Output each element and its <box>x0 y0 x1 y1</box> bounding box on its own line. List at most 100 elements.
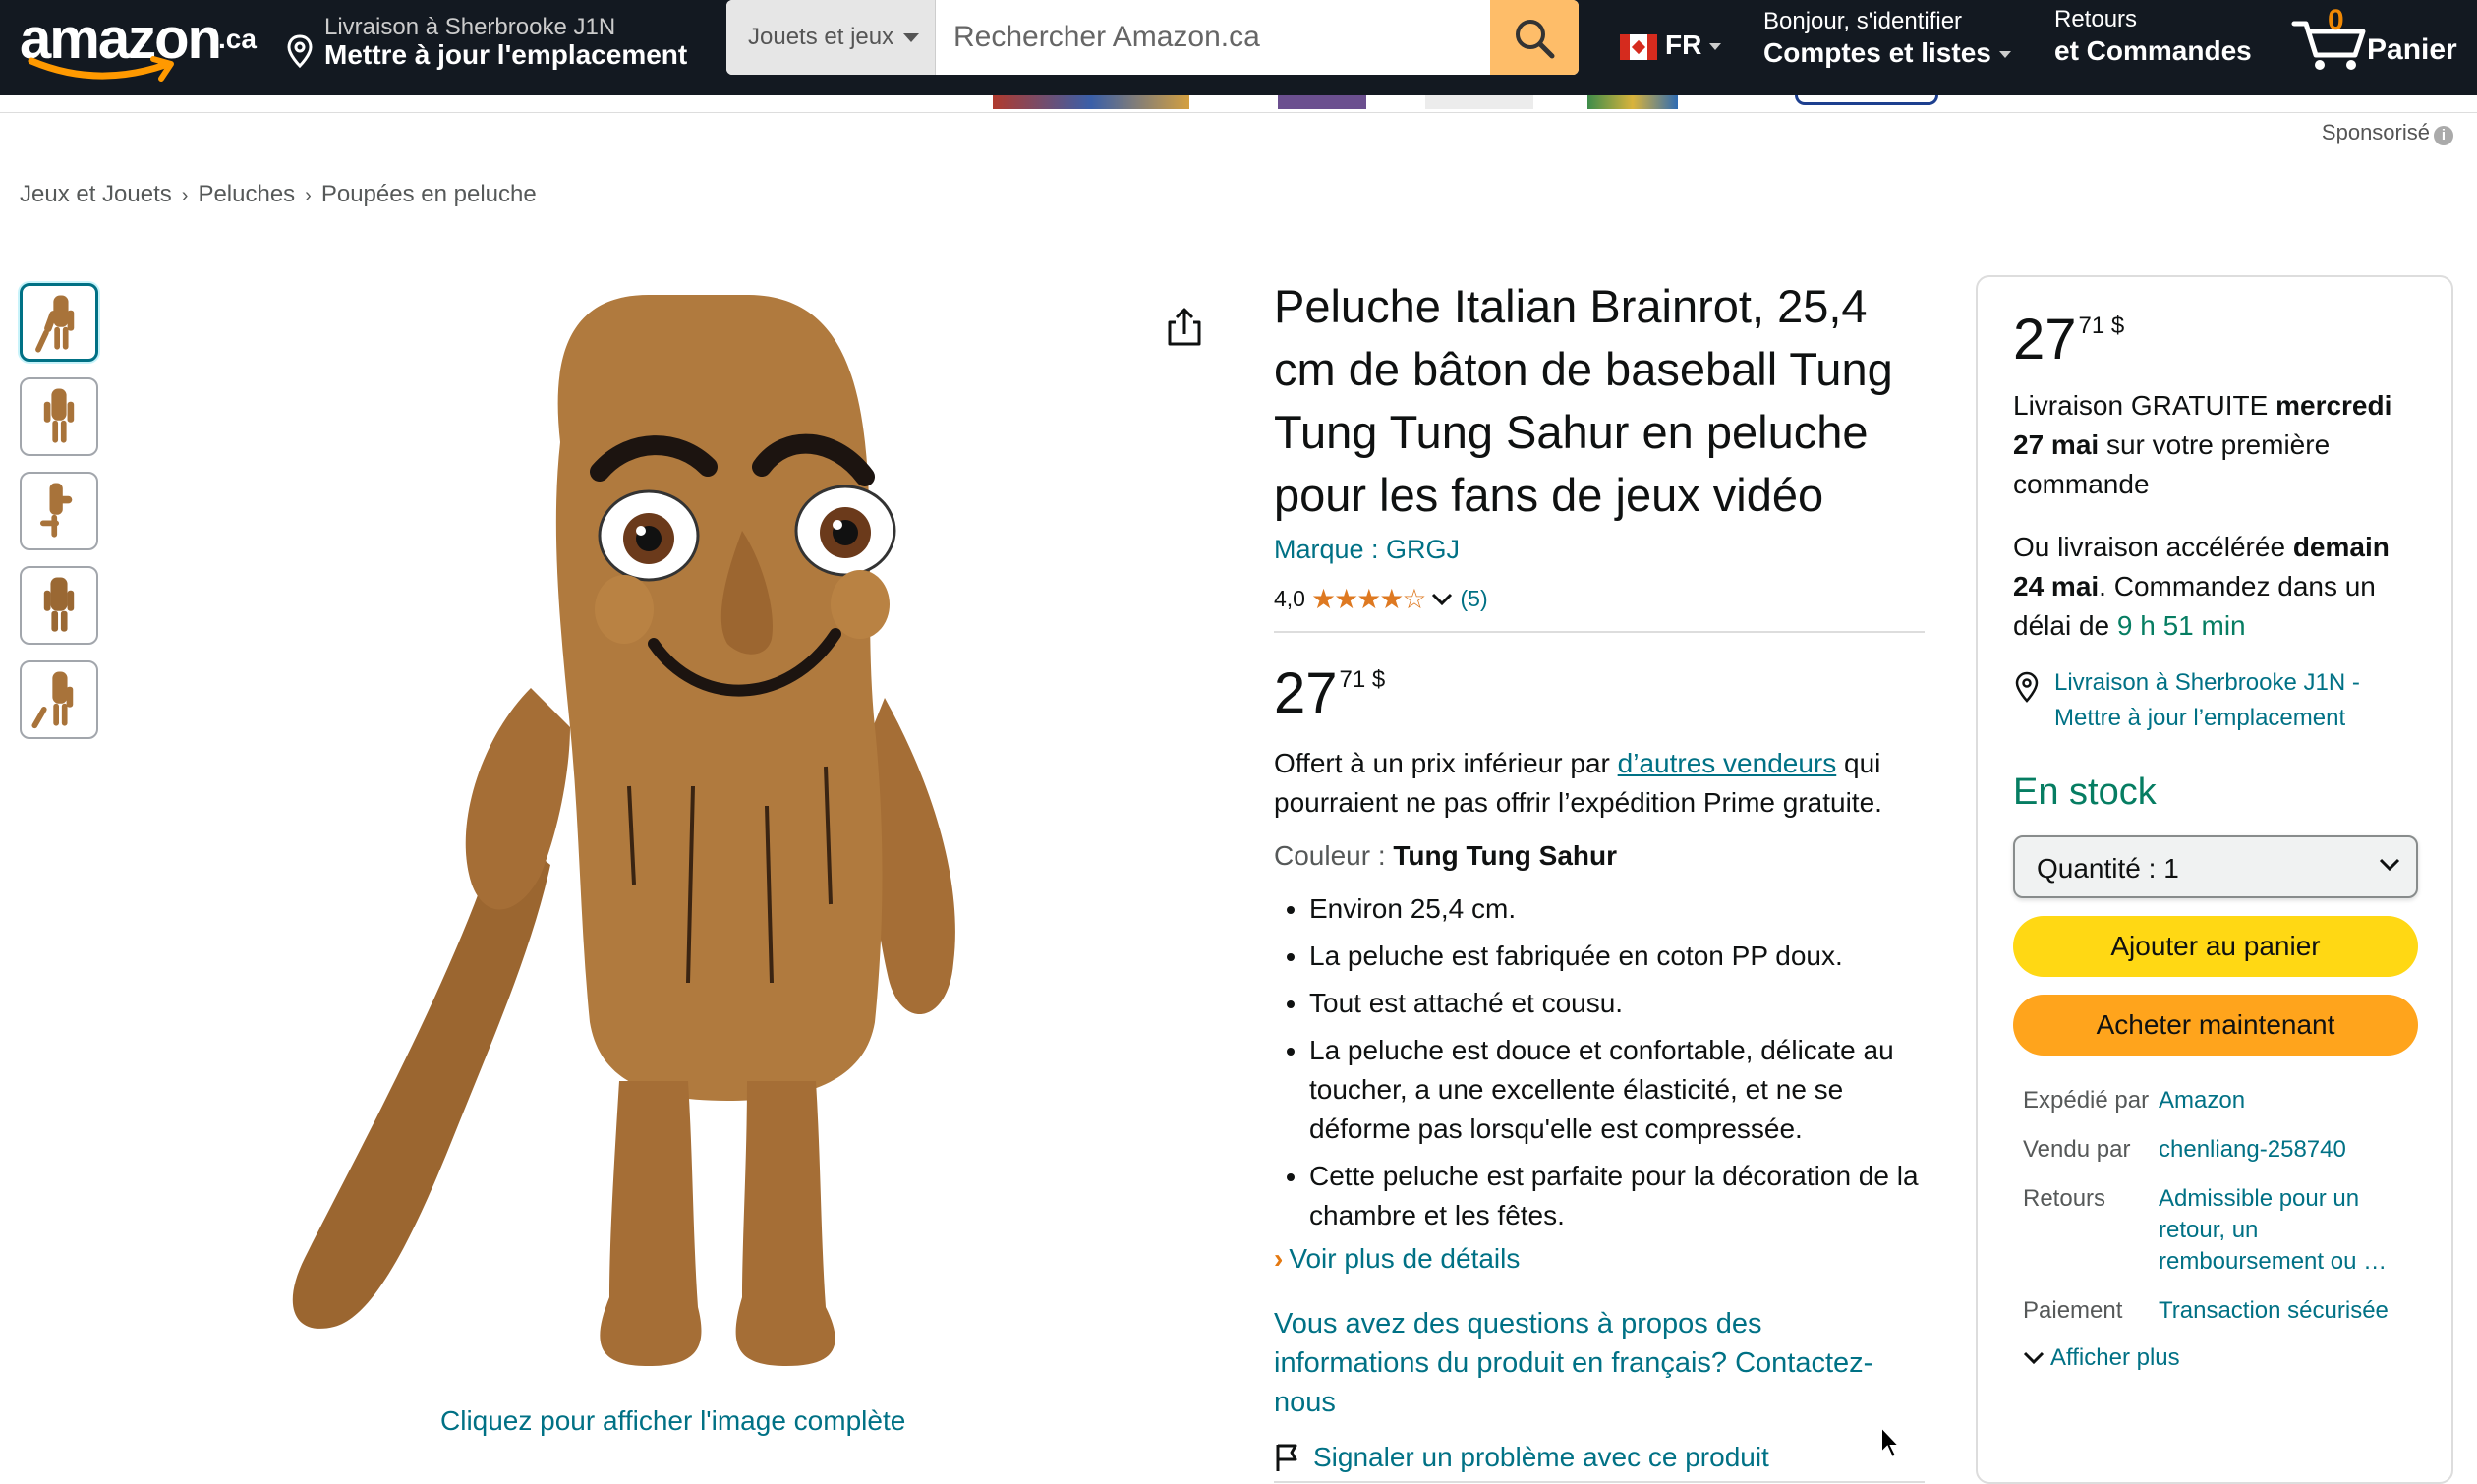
quantity-dropdown[interactable]: Quantité : 1 <box>2013 835 2418 898</box>
product-main-image[interactable] <box>236 275 1111 1405</box>
buybox-price: 2771 $ <box>2013 307 2426 372</box>
account-menu[interactable]: Bonjour, s'identifier Comptes et listes <box>1763 8 2011 69</box>
see-more-details-link[interactable]: › Voir plus de détails <box>1274 1243 1923 1275</box>
search-input[interactable] <box>936 0 1491 75</box>
cart-label: Panier <box>2367 33 2457 66</box>
product-thumbnail[interactable] <box>20 377 98 456</box>
info-icon[interactable]: i <box>2434 126 2453 145</box>
buy-box: 2771 $ Livraison GRATUITE mercredi 27 ma… <box>1976 275 2453 1484</box>
color-value: Tung Tung Sahur <box>1393 840 1617 871</box>
language-selector[interactable]: FR <box>1620 29 1722 61</box>
share-icon[interactable] <box>1162 305 1207 350</box>
search-category-dropdown[interactable]: Jouets et jeux <box>726 0 936 75</box>
delivery-location-link[interactable]: Livraison à Sherbrooke J1N - Mettre à jo… <box>2013 665 2426 736</box>
breadcrumb-item[interactable]: Poupées en peluche <box>321 181 537 207</box>
top-nav-bar: amazon .ca Livraison à Sherbrooke J1N Me… <box>0 0 2477 95</box>
breadcrumb-item[interactable]: Jeux et Jouets <box>20 181 172 207</box>
info-value-link[interactable]: chenliang-258740 <box>2159 1134 2418 1166</box>
product-thumbnail[interactable] <box>20 283 98 362</box>
price-whole: 27 <box>1274 661 1338 725</box>
seller-info-row: Expédié par Amazon <box>2013 1085 2426 1116</box>
color-selection: Couleur : Tung Tung Sahur <box>1274 840 1923 872</box>
seller-info-row: Retours Admissible pour un retour, un rem… <box>2013 1183 2426 1278</box>
rating-value: 4,0 <box>1274 586 1305 611</box>
info-key: Vendu par <box>2023 1136 2131 1163</box>
chevron-down-icon <box>2379 858 2400 872</box>
account-lists-label: Comptes et listes <box>1763 37 2011 69</box>
other-sellers-link[interactable]: d’autres vendeurs <box>1618 748 1837 778</box>
seller-info-table: Expédié par Amazon Vendu par chenliang-258… <box>2013 1085 2426 1327</box>
feature-bullets: Environ 25,4 cm. La peluche est fabriqué… <box>1274 889 1923 1235</box>
ad-thumbnail[interactable] <box>1425 95 1533 109</box>
product-thumbnail[interactable] <box>20 566 98 645</box>
product-title: Peluche Italian Brainrot, 25,4 cm de bât… <box>1274 280 1893 521</box>
amazon-logo[interactable]: amazon .ca <box>20 6 257 85</box>
sponsored-label: Sponsorisé i <box>2322 120 2453 145</box>
seller-info-row: Vendu par chenliang-258740 <box>2013 1134 2426 1166</box>
brand-link[interactable]: Marque : GRGJ <box>1274 535 1923 565</box>
product-questions-link[interactable]: Vous avez des questions à propos des inf… <box>1274 1304 1923 1422</box>
sponsored-ad-strip[interactable] <box>0 95 2477 113</box>
breadcrumb-item[interactable]: Peluches <box>198 181 295 207</box>
logo-suffix: .ca <box>218 24 257 54</box>
feature-bullet: La peluche est douce et confortable, dél… <box>1309 1031 1923 1149</box>
chevron-down-icon[interactable] <box>1431 592 1453 607</box>
breadcrumb: Jeux et Jouets › Peluches › Poupées en peluc… <box>20 181 537 208</box>
product-thumbnail[interactable] <box>20 660 98 739</box>
search-category-label: Jouets et jeux <box>748 24 894 50</box>
stock-status: En stock <box>2013 771 2157 813</box>
ad-thumbnail[interactable] <box>993 95 1189 109</box>
feature-bullet: Environ 25,4 cm. <box>1309 889 1923 929</box>
info-value-link[interactable]: Transaction sécurisée <box>2159 1295 2418 1327</box>
caret-down-icon <box>1709 43 1722 51</box>
full-image-link[interactable]: Cliquez pour afficher l'image complète <box>440 1405 905 1437</box>
report-issue-link[interactable]: Signaler un problème avec ce produit <box>1274 1442 1923 1473</box>
search-button[interactable] <box>1490 0 1579 75</box>
feature-bullet: Cette peluche est parfaite pour la décor… <box>1309 1157 1923 1235</box>
flag-icon <box>1276 1444 1297 1471</box>
smile-arrow-icon <box>28 56 174 82</box>
search-icon <box>1516 20 1555 59</box>
info-key: Expédié par <box>2023 1087 2150 1113</box>
seller-info-row: Paiement Transaction sécurisée <box>2013 1295 2426 1327</box>
search-bar: Jouets et jeux <box>726 0 1579 75</box>
add-to-cart-button[interactable]: Ajouter au panier <box>2013 916 2418 977</box>
divider <box>1274 631 1925 633</box>
buy-now-button[interactable]: Acheter maintenant <box>2013 995 2418 1056</box>
cart-link[interactable]: 0 Panier <box>2290 2 2467 81</box>
ad-thumbnail[interactable] <box>1278 95 1366 109</box>
ad-logo[interactable] <box>1795 95 1938 105</box>
ad-thumbnail[interactable] <box>1587 95 1678 109</box>
breadcrumb-separator: › <box>181 185 189 206</box>
feature-bullet: Tout est attaché et cousu. <box>1309 984 1923 1023</box>
price-fraction: 71 $ <box>1339 666 1386 693</box>
thumbnail-list <box>20 283 98 755</box>
product-price: 2771 $ <box>1274 660 1923 726</box>
mouse-cursor-icon <box>1880 1425 1902 1459</box>
product-details: Peluche Italian Brainrot, 25,4 cm de bât… <box>1274 275 1925 1483</box>
rating-summary: 4,0 ★★★★☆ (5) <box>1274 583 1923 615</box>
cart-count-badge: 0 <box>2328 4 2344 36</box>
deliver-line1: Livraison à Sherbrooke J1N <box>324 14 616 40</box>
show-more-link[interactable]: Afficher plus <box>2013 1344 2426 1372</box>
countdown-timer: 9 h 51 min <box>2116 610 2246 641</box>
fast-delivery-info: Ou livraison accélérée demain 24 mai. Co… <box>2013 532 2390 641</box>
breadcrumb-separator: › <box>305 185 312 206</box>
price-fraction: 71 $ <box>2078 313 2125 339</box>
account-greeting: Bonjour, s'identifier <box>1763 8 1963 34</box>
rating-count-link[interactable]: (5) <box>1461 586 1488 612</box>
deliver-line2: Mettre à jour l'emplacement <box>324 39 688 70</box>
product-thumbnail[interactable] <box>20 472 98 550</box>
returns-orders-link[interactable]: Retours et Commandes <box>2054 6 2252 67</box>
chevron-down-icon <box>2023 1351 2045 1365</box>
star-rating-icon[interactable]: ★★★★☆ <box>1311 583 1427 615</box>
deliver-to-location[interactable]: Livraison à Sherbrooke J1N Mettre à jour… <box>285 6 698 85</box>
info-value-link[interactable]: Admissible pour un retour, un remboursem… <box>2159 1183 2418 1278</box>
divider <box>1274 1481 1925 1483</box>
info-value-link[interactable]: Amazon <box>2159 1085 2418 1116</box>
info-key: Retours <box>2023 1185 2106 1212</box>
returns-line2: et Commandes <box>2054 35 2252 66</box>
caret-down-icon <box>903 33 920 43</box>
other-sellers-offer: Offert à un prix inférieur par d’autres … <box>1274 748 1882 818</box>
chevron-right-icon: › <box>1274 1243 1284 1274</box>
